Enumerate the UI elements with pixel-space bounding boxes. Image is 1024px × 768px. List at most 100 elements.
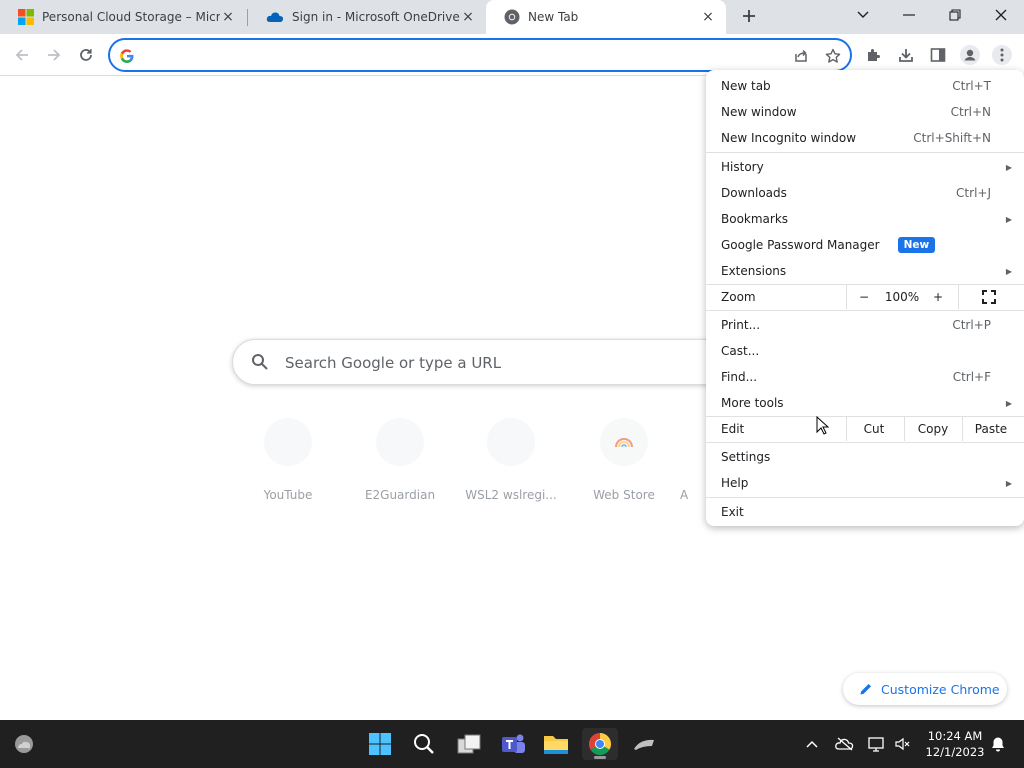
menu-item-cast[interactable]: Cast... <box>706 338 1024 364</box>
submenu-arrow-icon: ▶ <box>1005 266 1012 276</box>
running-indicator <box>594 756 606 759</box>
minimize-icon <box>903 14 915 16</box>
volume-tray-button[interactable] <box>892 734 912 754</box>
menu-item-exit[interactable]: Exit <box>706 499 1024 525</box>
menu-item-more-tools[interactable]: More tools ▶ <box>706 390 1024 416</box>
zoom-in-button[interactable]: + <box>926 285 950 309</box>
start-button[interactable] <box>362 728 398 760</box>
shortcut-youtube[interactable]: YouTube <box>232 418 344 502</box>
widgets-button[interactable] <box>6 728 42 760</box>
menu-shortcut: Ctrl+F <box>952 370 991 384</box>
minimize-button[interactable] <box>886 0 932 30</box>
reload-button[interactable] <box>74 43 98 67</box>
side-panel-button[interactable] <box>926 43 950 67</box>
tab-close-icon[interactable]: × <box>220 9 236 25</box>
extensions-button[interactable] <box>862 43 886 67</box>
bell-icon <box>992 737 1004 752</box>
tab-close-icon[interactable]: × <box>460 9 476 25</box>
side-panel-icon <box>930 48 946 62</box>
menu-item-password-manager[interactable]: Google Password Manager New <box>706 232 1024 258</box>
tab-personal-cloud-storage[interactable]: Personal Cloud Storage – Microsoft × <box>0 0 246 34</box>
submenu-arrow-icon: ▶ <box>1005 162 1012 172</box>
menu-item-settings[interactable]: Settings <box>706 444 1024 470</box>
chrome-menu-button[interactable] <box>990 43 1014 67</box>
taskbar-search-button[interactable] <box>406 728 442 760</box>
menu-divider <box>958 285 959 309</box>
menu-item-label: Find... <box>721 370 758 384</box>
puzzle-icon <box>868 49 880 61</box>
menu-item-new-incognito-window[interactable]: New Incognito window Ctrl+Shift+N <box>706 125 1024 151</box>
pinned-app-button[interactable] <box>626 728 662 760</box>
chrome-taskbar-button[interactable] <box>582 728 618 760</box>
chrome-icon <box>504 9 520 25</box>
show-hidden-icons-button[interactable] <box>802 734 822 754</box>
taskbar-clock[interactable]: 10:24 AM 12/1/2023 <box>922 728 988 760</box>
menu-shortcut: Ctrl+J <box>956 186 991 200</box>
menu-item-label: More tools <box>721 396 784 410</box>
reload-icon <box>80 49 92 61</box>
forward-button[interactable] <box>42 43 66 67</box>
downloads-button[interactable] <box>894 43 918 67</box>
menu-item-extensions[interactable]: Extensions ▶ <box>706 258 1024 284</box>
copy-button[interactable]: Copy <box>905 417 961 441</box>
shortcut-partial[interactable]: A <box>680 418 706 502</box>
tab-onedrive-sign-in[interactable]: Sign in - Microsoft OneDrive × <box>248 0 486 34</box>
address-bar[interactable] <box>108 38 852 72</box>
menu-item-label: History <box>721 160 764 174</box>
menu-item-label: Print... <box>721 318 761 332</box>
tab-search-button[interactable] <box>840 0 886 30</box>
fullscreen-button[interactable] <box>976 285 1002 309</box>
web-store-rainbow-icon <box>615 438 633 448</box>
ntp-search-box[interactable]: Search Google or type a URL <box>232 339 752 385</box>
menu-item-label: Exit <box>721 505 744 519</box>
address-input[interactable] <box>144 46 764 66</box>
teams-icon <box>502 734 525 753</box>
menu-item-label: Google Password Manager <box>721 238 880 252</box>
menu-item-downloads[interactable]: Downloads Ctrl+J <box>706 180 1024 206</box>
onedrive-tray-button[interactable] <box>834 734 856 754</box>
clock-date: 12/1/2023 <box>925 745 985 759</box>
profile-button[interactable] <box>958 43 982 67</box>
search-icon <box>414 734 434 754</box>
zoom-out-button[interactable]: − <box>852 285 876 309</box>
menu-item-bookmarks[interactable]: Bookmarks ▶ <box>706 206 1024 232</box>
file-explorer-button[interactable] <box>538 728 574 760</box>
task-view-button[interactable] <box>451 728 487 760</box>
fullscreen-icon <box>982 290 996 304</box>
kebab-menu-icon <box>992 45 1012 65</box>
menu-item-help[interactable]: Help ▶ <box>706 470 1024 496</box>
menu-separator <box>706 310 1024 311</box>
arrow-left-icon <box>15 49 28 61</box>
mouse-cursor-icon <box>816 416 830 435</box>
tab-close-icon[interactable]: × <box>700 9 716 25</box>
share-icon[interactable] <box>792 47 810 65</box>
ntp-search-placeholder: Search Google or type a URL <box>285 354 502 372</box>
arrow-right-icon <box>48 49 61 61</box>
menu-item-print[interactable]: Print... Ctrl+P <box>706 312 1024 338</box>
back-button[interactable] <box>10 43 34 67</box>
paste-button[interactable]: Paste <box>963 417 1019 441</box>
teams-button[interactable] <box>495 728 531 760</box>
menu-item-new-tab[interactable]: New tab Ctrl+T <box>706 73 1024 99</box>
menu-item-label: Settings <box>721 450 771 464</box>
notifications-button[interactable] <box>988 734 1008 754</box>
bookmark-star-icon[interactable] <box>824 47 842 65</box>
menu-item-new-window[interactable]: New window Ctrl+N <box>706 99 1024 125</box>
shortcut-web-store[interactable]: Web Store <box>568 418 680 502</box>
customize-chrome-button[interactable]: Customize Chrome <box>843 673 1007 705</box>
menu-divider <box>846 285 847 309</box>
new-tab-button[interactable] <box>738 6 760 28</box>
shortcut-e2guardian[interactable]: E2Guardian <box>344 418 456 502</box>
tab-new-tab[interactable]: New Tab × <box>486 0 726 34</box>
close-window-button[interactable] <box>978 0 1024 30</box>
edit-label: Edit <box>721 422 745 436</box>
menu-item-history[interactable]: History ▶ <box>706 154 1024 180</box>
onedrive-cloud-icon <box>266 12 284 22</box>
network-tray-button[interactable] <box>866 734 888 754</box>
menu-item-find[interactable]: Find... Ctrl+F <box>706 364 1024 390</box>
pencil-icon <box>860 684 871 695</box>
cut-button[interactable]: Cut <box>847 417 901 441</box>
restore-button[interactable] <box>932 0 978 30</box>
menu-shortcut: Ctrl+P <box>952 318 991 332</box>
shortcut-wsl2[interactable]: WSL2 wslregi... <box>455 418 567 502</box>
